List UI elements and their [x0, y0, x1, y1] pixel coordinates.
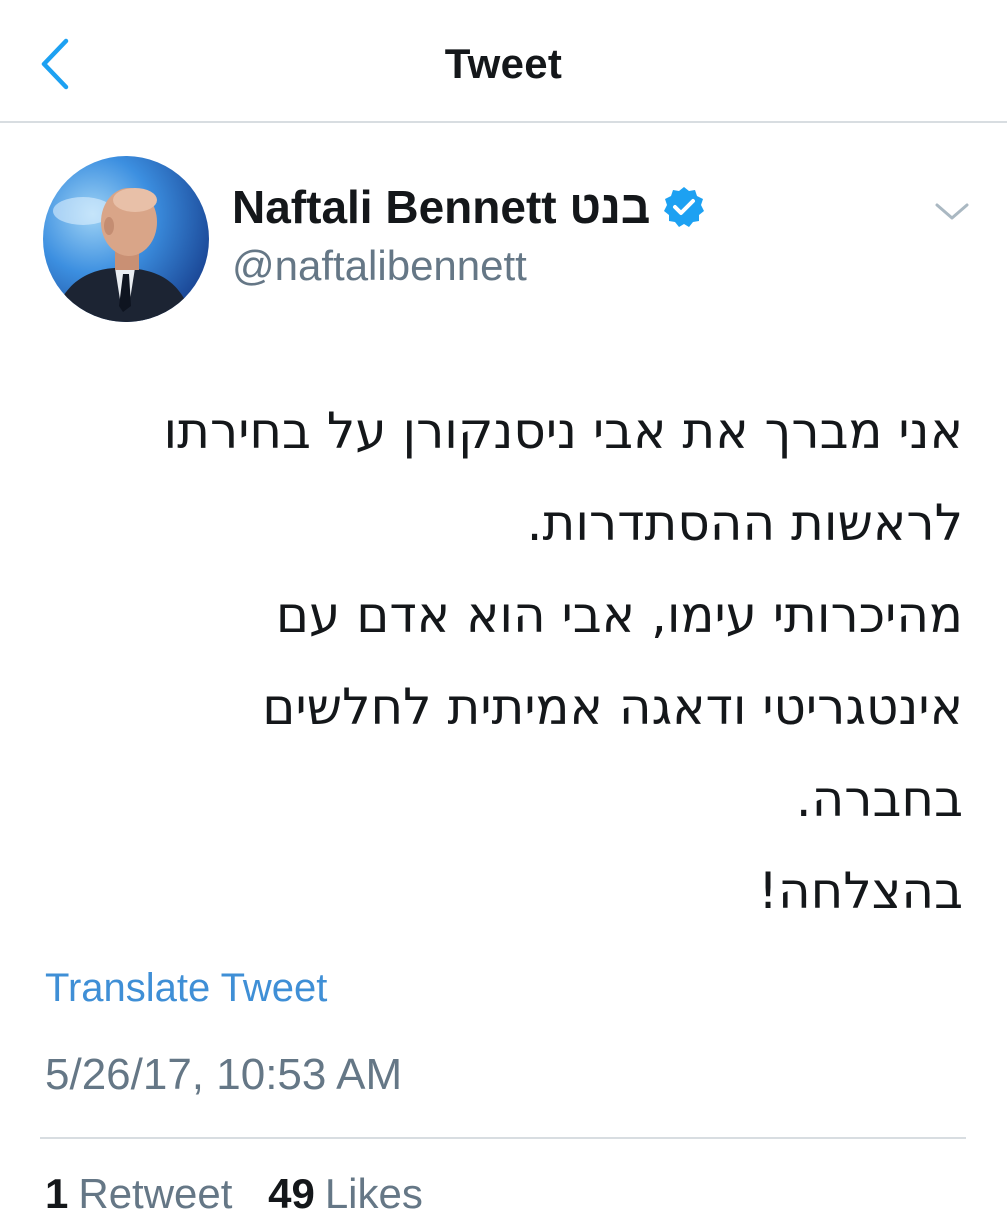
tweet-timestamp: 5/26/17, 10:53 AM: [45, 1050, 403, 1099]
tweet-text: אני מברך את אבי ניסנקורן על בחירתו לראשו…: [33, 385, 963, 937]
tweet-line: מהיכרותי עימו, אבי הוא אדם עם: [275, 586, 963, 644]
likes-label: Likes: [324, 1170, 423, 1217]
tweet-stats: 1 Retweet 49 Likes: [45, 1170, 447, 1218]
author-name-text: Naftali Bennett בנט: [232, 181, 651, 233]
chevron-down-icon: [935, 203, 969, 220]
tweet-line: בהצלחה!: [757, 862, 963, 920]
translate-tweet-link[interactable]: Translate Tweet: [45, 966, 327, 1011]
author-name[interactable]: Naftali Bennett בנט: [232, 180, 706, 234]
avatar[interactable]: [43, 156, 209, 322]
tweet-line: לראשות ההסתדרות.: [526, 494, 963, 552]
page-title: Tweet: [444, 40, 563, 87]
profile-photo: [43, 156, 209, 322]
tweet-line: אינטגריטי ודאגה אמיתית לחלשים: [262, 678, 963, 736]
verified-badge-icon: [664, 187, 705, 227]
tweet-line: בחברה.: [795, 770, 963, 828]
retweets-label: Retweet: [78, 1170, 233, 1217]
divider: [40, 1137, 966, 1139]
top-navigation-bar: Tweet: [0, 0, 1007, 123]
likes-stat[interactable]: 49 Likes: [268, 1170, 447, 1217]
likes-count: 49: [268, 1170, 315, 1217]
retweets-stat[interactable]: 1 Retweet: [45, 1170, 268, 1217]
author-handle[interactable]: @naftalibennett: [232, 242, 527, 290]
tweet-line: אני מברך את אבי ניסנקורן על בחירתו: [163, 402, 963, 460]
tweet-options-button[interactable]: [932, 196, 972, 226]
retweets-count: 1: [45, 1170, 69, 1217]
